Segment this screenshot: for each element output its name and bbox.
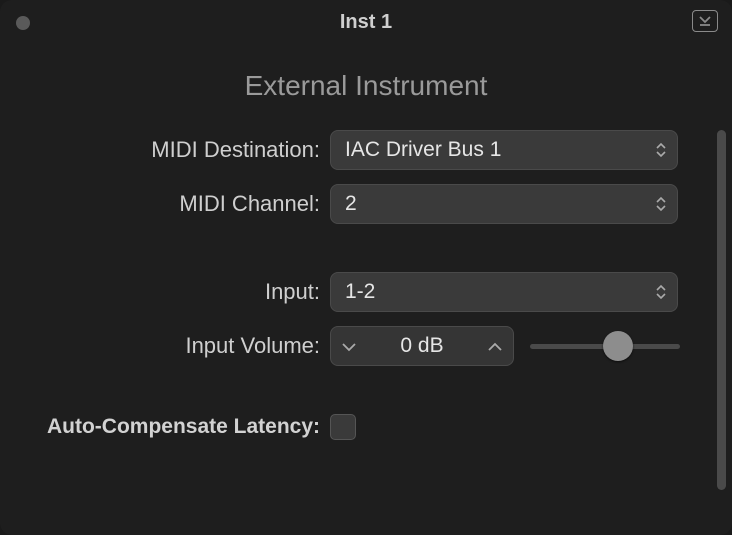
row-input-volume: Input Volume: 0 dB (0, 326, 732, 366)
close-icon[interactable] (16, 16, 30, 30)
label-auto-compensate: Auto-Compensate Latency: (0, 415, 330, 439)
collapse-button[interactable] (692, 10, 718, 32)
slider-thumb[interactable] (603, 331, 633, 361)
window-title: Inst 1 (340, 11, 392, 34)
row-auto-compensate: Auto-Compensate Latency: (0, 414, 732, 440)
chevron-down-icon[interactable] (341, 334, 357, 358)
label-midi-channel: MIDI Channel: (0, 191, 330, 217)
input-volume-slider[interactable] (530, 326, 680, 366)
chevron-up-icon[interactable] (487, 334, 503, 358)
row-midi-channel: MIDI Channel: 2 (0, 184, 732, 224)
row-midi-destination: MIDI Destination: IAC Driver Bus 1 (0, 130, 732, 170)
collapse-icon (698, 15, 712, 27)
label-midi-destination: MIDI Destination: (0, 137, 330, 163)
scrollbar[interactable] (717, 130, 726, 490)
label-input-volume: Input Volume: (0, 333, 330, 359)
page-title: External Instrument (0, 70, 732, 102)
row-input: Input: 1-2 (0, 272, 732, 312)
titlebar: Inst 1 (0, 0, 732, 44)
updown-icon (655, 196, 667, 212)
midi-channel-select[interactable]: 2 (330, 184, 678, 224)
label-input: Input: (0, 279, 330, 305)
plugin-window: Inst 1 External Instrument MIDI Destinat… (0, 0, 732, 535)
updown-icon (655, 142, 667, 158)
form: MIDI Destination: IAC Driver Bus 1 MIDI … (0, 130, 732, 440)
midi-channel-value: 2 (345, 192, 357, 216)
input-value: 1-2 (345, 280, 375, 304)
input-volume-value: 0 dB (400, 334, 443, 358)
midi-destination-select[interactable]: IAC Driver Bus 1 (330, 130, 678, 170)
input-select[interactable]: 1-2 (330, 272, 678, 312)
midi-destination-value: IAC Driver Bus 1 (345, 138, 501, 162)
input-volume-stepper[interactable]: 0 dB (330, 326, 514, 366)
updown-icon (655, 284, 667, 300)
auto-compensate-checkbox[interactable] (330, 414, 356, 440)
